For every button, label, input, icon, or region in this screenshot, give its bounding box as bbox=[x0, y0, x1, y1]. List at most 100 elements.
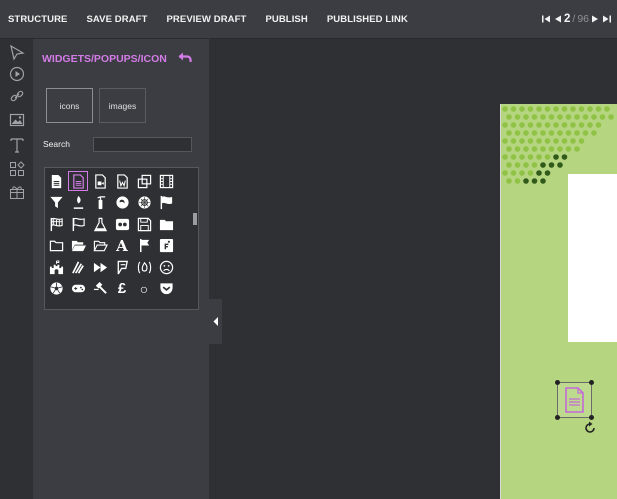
font-icon[interactable]: A bbox=[113, 237, 131, 255]
resize-handle-top-right[interactable] bbox=[589, 380, 594, 385]
pattern-dot bbox=[527, 106, 534, 112]
pattern-dot bbox=[514, 146, 521, 152]
tool-strip bbox=[0, 39, 33, 499]
frown-icon[interactable] bbox=[157, 258, 175, 276]
pattern-dot bbox=[540, 162, 546, 168]
film-icon[interactable] bbox=[157, 172, 175, 190]
pattern-dot bbox=[557, 162, 563, 168]
shapes-icon[interactable] bbox=[8, 160, 26, 178]
font-awesome-icon[interactable] bbox=[157, 237, 175, 255]
first-order-icon[interactable] bbox=[135, 194, 153, 212]
published-link-button[interactable]: PUBLISHED LINK bbox=[327, 14, 408, 25]
fort-awesome-icon[interactable] bbox=[135, 237, 153, 255]
pattern-dot bbox=[578, 106, 585, 112]
pattern-dot bbox=[553, 122, 559, 128]
next-page-icon[interactable] bbox=[591, 14, 600, 24]
pattern-dot bbox=[502, 106, 508, 112]
pattern-dot bbox=[582, 114, 589, 120]
pattern-dot bbox=[510, 122, 517, 128]
rotate-handle-icon[interactable] bbox=[583, 421, 597, 435]
filter-icon[interactable] bbox=[47, 194, 65, 212]
clone-icon[interactable] bbox=[135, 172, 153, 190]
genderless-icon[interactable]: ○ bbox=[135, 280, 153, 298]
save-draft-button[interactable]: SAVE DRAFT bbox=[86, 14, 147, 25]
file-word-icon[interactable] bbox=[113, 172, 131, 190]
forward-icon[interactable] bbox=[91, 258, 109, 276]
pattern-dot bbox=[510, 138, 517, 144]
icon-library-list[interactable]: A £ ○ bbox=[44, 167, 199, 310]
fire-extinguisher-icon[interactable] bbox=[69, 194, 87, 212]
icons-tab-button[interactable]: icons bbox=[46, 88, 93, 123]
play-media-icon[interactable] bbox=[8, 65, 26, 83]
pattern-dot bbox=[587, 122, 593, 128]
pattern-dot bbox=[536, 170, 542, 176]
floppy-icon[interactable] bbox=[135, 215, 153, 233]
folder-open-outline-icon[interactable] bbox=[91, 237, 109, 255]
flag-outline-icon[interactable] bbox=[69, 215, 87, 233]
pattern-dot bbox=[519, 122, 525, 128]
pattern-dot bbox=[514, 114, 521, 120]
search-input[interactable] bbox=[93, 137, 192, 152]
icon-list-scrollbar[interactable] bbox=[193, 213, 197, 225]
pattern-dot bbox=[531, 162, 538, 168]
resize-handle-bottom-left[interactable] bbox=[555, 415, 560, 420]
structure-button[interactable]: STRUCTURE bbox=[8, 14, 67, 25]
prev-page-icon[interactable] bbox=[553, 14, 562, 24]
fort-icon[interactable] bbox=[47, 258, 65, 276]
panel-title: WIDGETS/POPUPS/ICON bbox=[42, 53, 167, 65]
flag-icon[interactable] bbox=[157, 194, 175, 212]
flag-checkered-icon[interactable] bbox=[47, 215, 65, 233]
image-icon[interactable] bbox=[8, 111, 26, 129]
pattern-dot bbox=[561, 122, 568, 128]
pattern-dot bbox=[536, 122, 542, 128]
fire-extinguisher-icon[interactable] bbox=[91, 194, 109, 212]
folder-outline-icon[interactable] bbox=[47, 237, 65, 255]
pattern-dot bbox=[506, 114, 512, 120]
link-icon[interactable] bbox=[8, 87, 26, 105]
preview-draft-button[interactable]: PREVIEW DRAFT bbox=[166, 14, 246, 25]
gamepad-icon[interactable] bbox=[69, 280, 87, 298]
selected-icon-widget[interactable] bbox=[555, 380, 594, 420]
flickr-icon[interactable] bbox=[113, 215, 131, 233]
foursquare-icon[interactable] bbox=[113, 258, 131, 276]
fire-icon[interactable] bbox=[135, 258, 153, 276]
gavel-icon[interactable] bbox=[91, 280, 109, 298]
get-pocket-icon[interactable] bbox=[157, 280, 175, 298]
pattern-dot bbox=[536, 106, 542, 112]
resize-handle-bottom-right[interactable] bbox=[589, 415, 594, 420]
resize-handle-top-left[interactable] bbox=[555, 380, 560, 385]
pattern-dot bbox=[527, 122, 534, 128]
pattern-dot bbox=[536, 154, 542, 160]
search-label: Search bbox=[43, 139, 70, 149]
futbol-icon[interactable] bbox=[47, 280, 65, 298]
folder-open-icon[interactable] bbox=[69, 237, 87, 255]
publish-button[interactable]: PUBLISH bbox=[265, 14, 307, 25]
first-page-icon[interactable] bbox=[541, 14, 551, 24]
flask-icon[interactable] bbox=[91, 215, 109, 233]
pattern-dot bbox=[510, 154, 517, 160]
last-page-icon[interactable] bbox=[602, 14, 612, 24]
back-arrow-icon[interactable] bbox=[177, 51, 193, 65]
pattern-dot bbox=[544, 122, 551, 128]
file-text-icon[interactable] bbox=[68, 171, 88, 191]
pattern-dot bbox=[514, 130, 521, 136]
file-icon[interactable] bbox=[47, 172, 65, 190]
feed-icon[interactable] bbox=[69, 258, 87, 276]
pattern-dot bbox=[591, 114, 597, 120]
pattern-dot bbox=[561, 154, 568, 160]
file-video-icon[interactable] bbox=[91, 172, 109, 190]
pattern-dot bbox=[591, 130, 597, 136]
widgets-gift-icon[interactable] bbox=[8, 183, 26, 201]
firefox-icon[interactable] bbox=[113, 194, 131, 212]
text-tool-icon[interactable] bbox=[8, 136, 26, 154]
pattern-dot bbox=[506, 162, 512, 168]
pattern-dot bbox=[519, 170, 525, 176]
collapse-panel-button[interactable] bbox=[209, 299, 222, 344]
select-pointer-icon[interactable] bbox=[8, 44, 26, 62]
pattern-dot bbox=[523, 178, 529, 184]
folder-icon[interactable] bbox=[157, 215, 175, 233]
images-tab-button[interactable]: images bbox=[99, 88, 146, 123]
genderless-glyph: ○ bbox=[139, 280, 149, 297]
gbp-icon[interactable]: £ bbox=[113, 280, 131, 298]
slide-white-panel[interactable] bbox=[568, 174, 617, 342]
